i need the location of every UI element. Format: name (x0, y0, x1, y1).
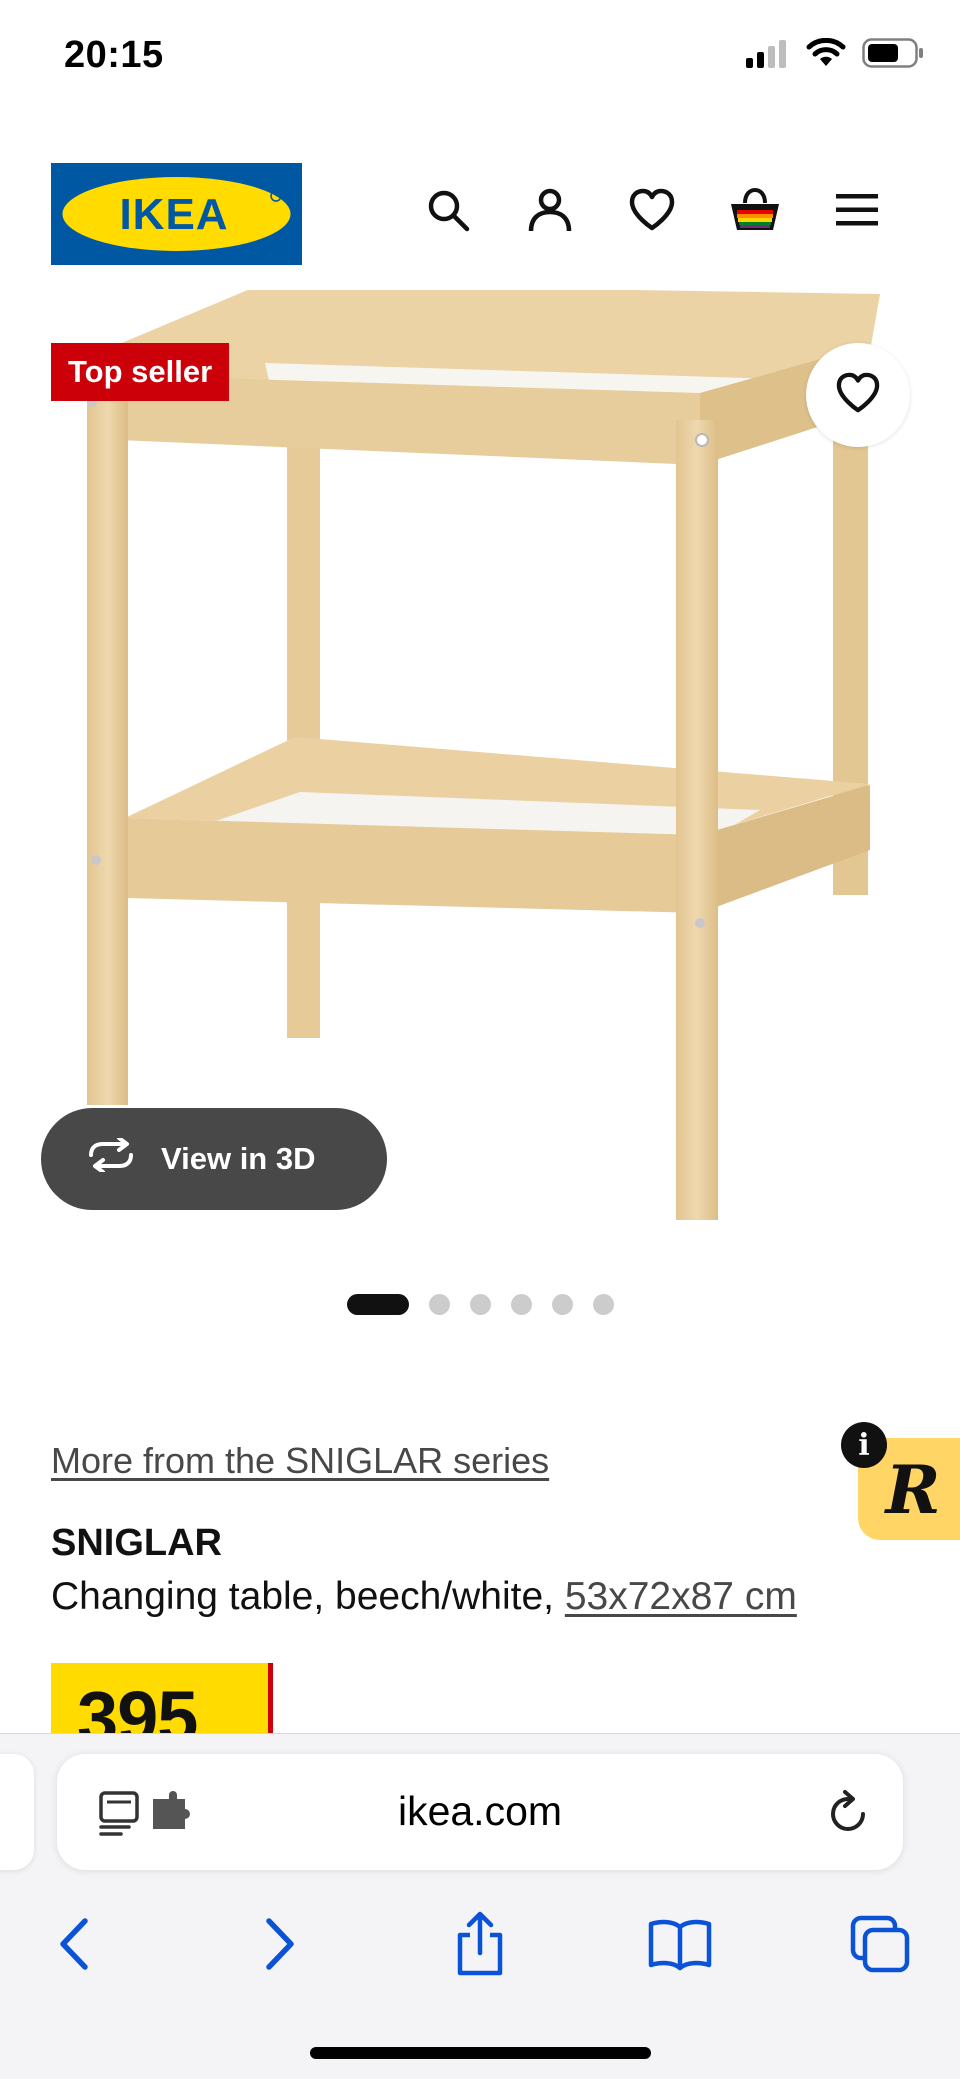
heart-icon[interactable] (622, 180, 682, 240)
carousel-dot[interactable] (593, 1293, 614, 1315)
previous-tab-edge[interactable] (0, 1754, 34, 1870)
browser-toolbar (0, 1904, 960, 1984)
price-value: 395 (77, 1676, 198, 1734)
dimensions-link[interactable]: 53x72x87 cm (565, 1575, 797, 1618)
view-in-3d-button[interactable]: View in 3D (41, 1108, 387, 1210)
logo-text: IKEA (119, 190, 228, 239)
add-to-favourites-button[interactable] (806, 343, 910, 447)
heart-icon (835, 372, 881, 419)
shopping-bag-icon[interactable] (725, 180, 785, 240)
product-description: Changing table, beech/white, 53x72x87 cm (51, 1575, 797, 1619)
product-name: SNIGLAR (51, 1522, 222, 1564)
carousel-dot[interactable] (347, 1293, 409, 1315)
plugin-logo-letter: R (884, 1457, 941, 1521)
reload-icon[interactable] (827, 1784, 871, 1840)
battery-icon (862, 38, 924, 73)
product-description-text: Changing table, beech/white, (51, 1575, 565, 1618)
address-bar[interactable]: ikea.com (57, 1754, 903, 1870)
menu-icon[interactable] (827, 180, 887, 240)
back-icon[interactable] (34, 1904, 114, 1984)
product-image[interactable] (0, 290, 960, 1250)
status-bar: 20:15 (0, 0, 960, 120)
wifi-icon (806, 37, 846, 73)
tabs-icon[interactable] (840, 1904, 920, 1984)
ikea-logo[interactable]: IKEA (51, 163, 302, 265)
carousel-dot[interactable] (429, 1293, 450, 1315)
status-icons (746, 37, 924, 73)
browser-chrome: ikea.com (0, 1733, 960, 2079)
url-text[interactable]: ikea.com (57, 1788, 903, 1835)
rotate-3d-icon (85, 1136, 137, 1180)
series-link[interactable]: More from the SNIGLAR series (51, 1440, 549, 1482)
product-media: Top seller View in 3D (0, 290, 960, 1250)
bookmarks-icon[interactable] (640, 1904, 720, 1984)
plugin-logo-icon: R (884, 1457, 941, 1521)
carousel-dot[interactable] (470, 1293, 491, 1315)
carousel-dot[interactable] (552, 1293, 573, 1315)
status-time: 20:15 (64, 34, 164, 76)
image-carousel-dots (347, 1293, 614, 1315)
price-tag: 395 (51, 1663, 273, 1733)
share-icon[interactable] (440, 1904, 520, 1984)
forward-icon[interactable] (240, 1904, 320, 1984)
view-in-3d-label: View in 3D (161, 1141, 316, 1176)
info-icon[interactable]: i (841, 1422, 887, 1468)
site-header: IKEA (0, 150, 960, 280)
profile-icon[interactable] (520, 180, 580, 240)
carousel-dot[interactable] (511, 1293, 532, 1315)
search-icon[interactable] (418, 180, 478, 240)
cellular-signal-icon (746, 38, 790, 73)
top-seller-badge: Top seller (51, 343, 230, 401)
home-indicator[interactable] (310, 2047, 651, 2059)
